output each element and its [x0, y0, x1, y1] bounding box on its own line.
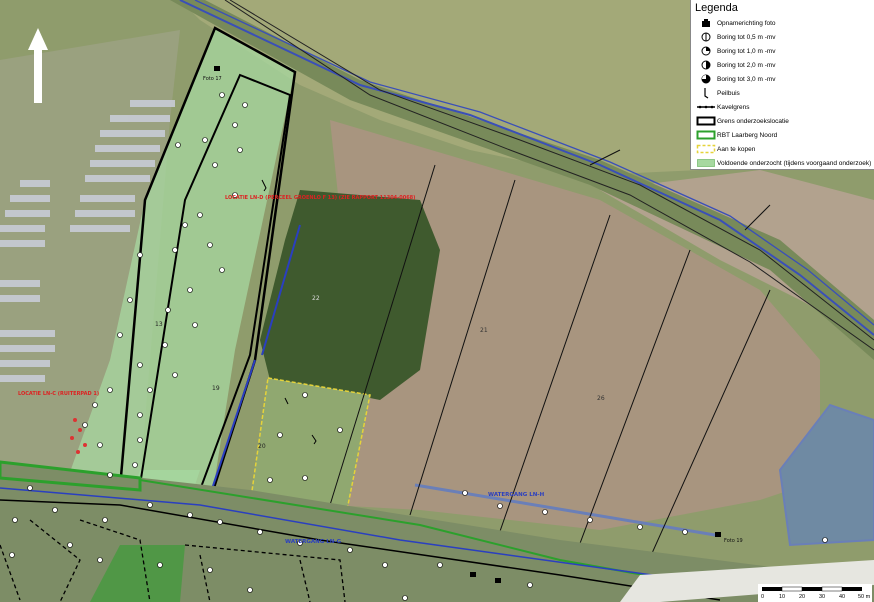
- legend-label: Boring tot 0,5 m -mv: [717, 33, 776, 41]
- legend-item: Boring tot 2,0 m -mv: [695, 58, 870, 72]
- parcel-20-label: 20: [258, 443, 266, 450]
- legend-label: Kavelgrens: [717, 103, 750, 111]
- legend-item: Boring tot 0,5 m -mv: [695, 30, 870, 44]
- scale-bar: 0 10 20 30 40 50 m: [758, 584, 872, 602]
- parcel-19-label: 19: [212, 385, 220, 392]
- legend-item: Boring tot 3,0 m -mv: [695, 72, 870, 86]
- legend-item: Grens onderzoekslocatie: [695, 114, 870, 128]
- parcel-22-label: 22: [312, 295, 320, 302]
- legend-label: Opnamerichting foto: [717, 19, 776, 27]
- parcel-13-label: 13: [155, 321, 163, 328]
- kavelgrens-line: [695, 101, 717, 113]
- legend-item: Aan te kopen: [695, 142, 870, 156]
- foto-17-label: Foto 17: [203, 76, 222, 82]
- boring-05-icon: [695, 31, 717, 43]
- aankoop-box: [695, 143, 717, 155]
- legend-item: Voldoende onderzocht (tijdens voorgaand …: [695, 156, 872, 170]
- parcel-26-label: 26: [597, 395, 605, 402]
- scale-tick: 30: [819, 594, 826, 600]
- boring-30-icon: [695, 73, 717, 85]
- foto-19-label: Foto 19: [724, 538, 743, 544]
- legend-item: Kavelgrens: [695, 100, 870, 114]
- legend-label: Boring tot 2,0 m -mv: [717, 61, 776, 69]
- legend-label: Boring tot 1,0 m -mv: [717, 47, 776, 55]
- legend-label: Peilbuis: [717, 89, 740, 97]
- scale-tick: 40: [839, 594, 846, 600]
- legend-title: Legenda: [695, 2, 738, 14]
- label-watergang-h: WATERGANG LN-H: [488, 492, 545, 498]
- legend-label: Aan te kopen: [717, 145, 756, 153]
- legend-item: Boring tot 1,0 m -mv: [695, 44, 870, 58]
- legend-item: Peilbuis: [695, 86, 870, 100]
- label-watergang-g: WATERGANG LN-G: [285, 539, 342, 545]
- legend-panel: Legenda Opnamerichting foto Boring tot 0…: [690, 0, 874, 170]
- boring-10-icon: [695, 45, 717, 57]
- scale-tick: 10: [779, 594, 786, 600]
- grens-box: [695, 115, 717, 127]
- camera-icon: [695, 17, 717, 29]
- voldoende-box: [695, 157, 717, 169]
- legend-label: Boring tot 3,0 m -mv: [717, 75, 776, 83]
- legend-label: Grens onderzoekslocatie: [717, 117, 789, 125]
- boring-20-icon: [695, 59, 717, 71]
- legend-item: RBT Laarberg Noord: [695, 128, 870, 142]
- peilbuis-icon: [695, 87, 717, 99]
- label-locatie-d: LOCATIE LN-D (PERCEEL GROENLO F 13) (ZIE…: [225, 195, 415, 201]
- scale-tick: 50 m: [858, 594, 871, 600]
- legend-item: Opnamerichting foto: [695, 16, 870, 30]
- label-locatie-c: LOCATIE LN-C (RUITERPAD 1): [18, 391, 99, 397]
- parcel-21-label: 21: [480, 327, 488, 334]
- rbt-box: [695, 129, 717, 141]
- scale-tick: 20: [799, 594, 806, 600]
- scale-tick: 0: [761, 594, 765, 600]
- legend-label: RBT Laarberg Noord: [717, 131, 778, 139]
- legend-label: Voldoende onderzocht (tijdens voorgaand …: [717, 159, 872, 167]
